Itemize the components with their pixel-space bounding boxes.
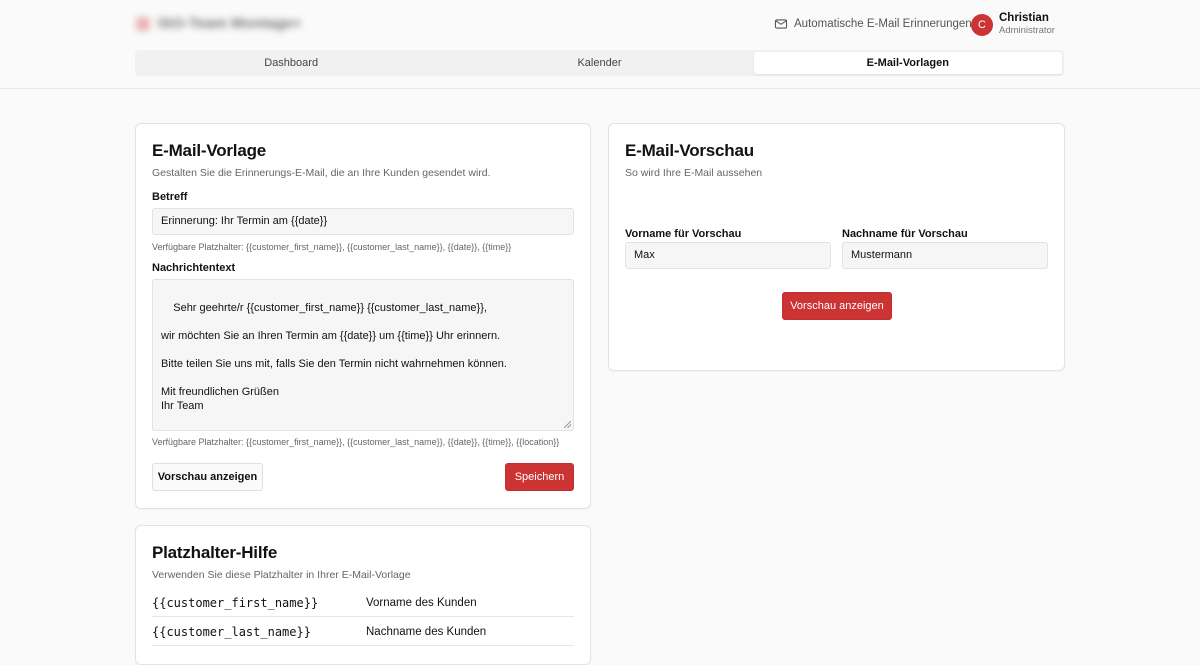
placeholder-code: {{customer_last_name}} (152, 624, 311, 639)
user-role: Administrator (999, 25, 1055, 36)
subject-input[interactable]: Erinnerung: Ihr Termin am {{date}} (152, 208, 574, 235)
reminders-label: Automatische E-Mail Erinnerungen (794, 18, 972, 30)
avatar[interactable]: C (971, 13, 993, 36)
subject-label: Betreff (152, 191, 188, 203)
brand-logo-icon (136, 16, 150, 31)
card-title: Platzhalter-Hilfe (152, 543, 278, 562)
body-hint: Verfügbare Platzhalter: {{customer_first… (152, 437, 560, 447)
card-subtitle: So wird Ihre E-Mail aussehen (625, 167, 763, 179)
user-menu[interactable]: C Christian Administrator (971, 12, 1055, 37)
table-row: {{customer_last_name}} Nachname des Kund… (152, 618, 574, 646)
last-name-input[interactable]: Mustermann (842, 242, 1048, 269)
email-preview-card: E-Mail-Vorschau So wird Ihre E-Mail auss… (608, 123, 1065, 371)
card-subtitle: Verwenden Sie diese Platzhalter in Ihrer… (152, 569, 411, 581)
card-title: E-Mail-Vorlage (152, 141, 267, 160)
brand[interactable]: ISO-Team Montage+ (136, 15, 302, 32)
body-text: Sehr geehrte/r {{customer_first_name}} {… (161, 302, 507, 412)
placeholder-code: {{customer_first_name}} (152, 595, 319, 610)
tab-dashboard[interactable]: Dashboard (137, 52, 445, 74)
resize-handle-icon[interactable] (564, 421, 571, 428)
subject-hint: Verfügbare Platzhalter: {{customer_first… (152, 242, 512, 252)
placeholder-help-card: Platzhalter-Hilfe Verwenden Sie diese Pl… (135, 525, 591, 665)
card-subtitle: Gestalten Sie die Erinnerungs-E-Mail, di… (152, 167, 491, 179)
body-textarea[interactable]: Sehr geehrte/r {{customer_first_name}} {… (152, 279, 574, 431)
user-name: Christian (999, 12, 1049, 24)
tab-email-templates[interactable]: E-Mail-Vorlagen (753, 52, 1062, 74)
show-preview-button[interactable]: Vorschau anzeigen (782, 292, 892, 320)
preview-button[interactable]: Vorschau anzeigen (152, 463, 263, 491)
placeholder-description: Vorname des Kunden (366, 596, 477, 609)
main-tabs: Dashboard Kalender E-Mail-Vorlagen (135, 50, 1064, 76)
mail-icon (774, 19, 788, 29)
placeholder-description: Nachname des Kunden (366, 625, 487, 638)
app-header: ISO-Team Montage+ Automatische E-Mail Er… (0, 0, 1200, 89)
card-title: E-Mail-Vorschau (625, 141, 754, 160)
email-template-card: E-Mail-Vorlage Gestalten Sie die Erinner… (135, 123, 591, 509)
save-button[interactable]: Speichern (505, 463, 574, 491)
brand-name: ISO-Team Montage+ (158, 15, 302, 32)
tab-kalender[interactable]: Kalender (445, 52, 753, 74)
body-label: Nachrichtentext (152, 262, 236, 274)
table-row: {{customer_first_name}} Vorname des Kund… (152, 589, 574, 617)
last-name-label: Nachname für Vorschau (842, 228, 968, 240)
first-name-label: Vorname für Vorschau (625, 228, 742, 240)
reminders-indicator: Automatische E-Mail Erinnerungen (774, 17, 972, 31)
first-name-input[interactable]: Max (625, 242, 831, 269)
